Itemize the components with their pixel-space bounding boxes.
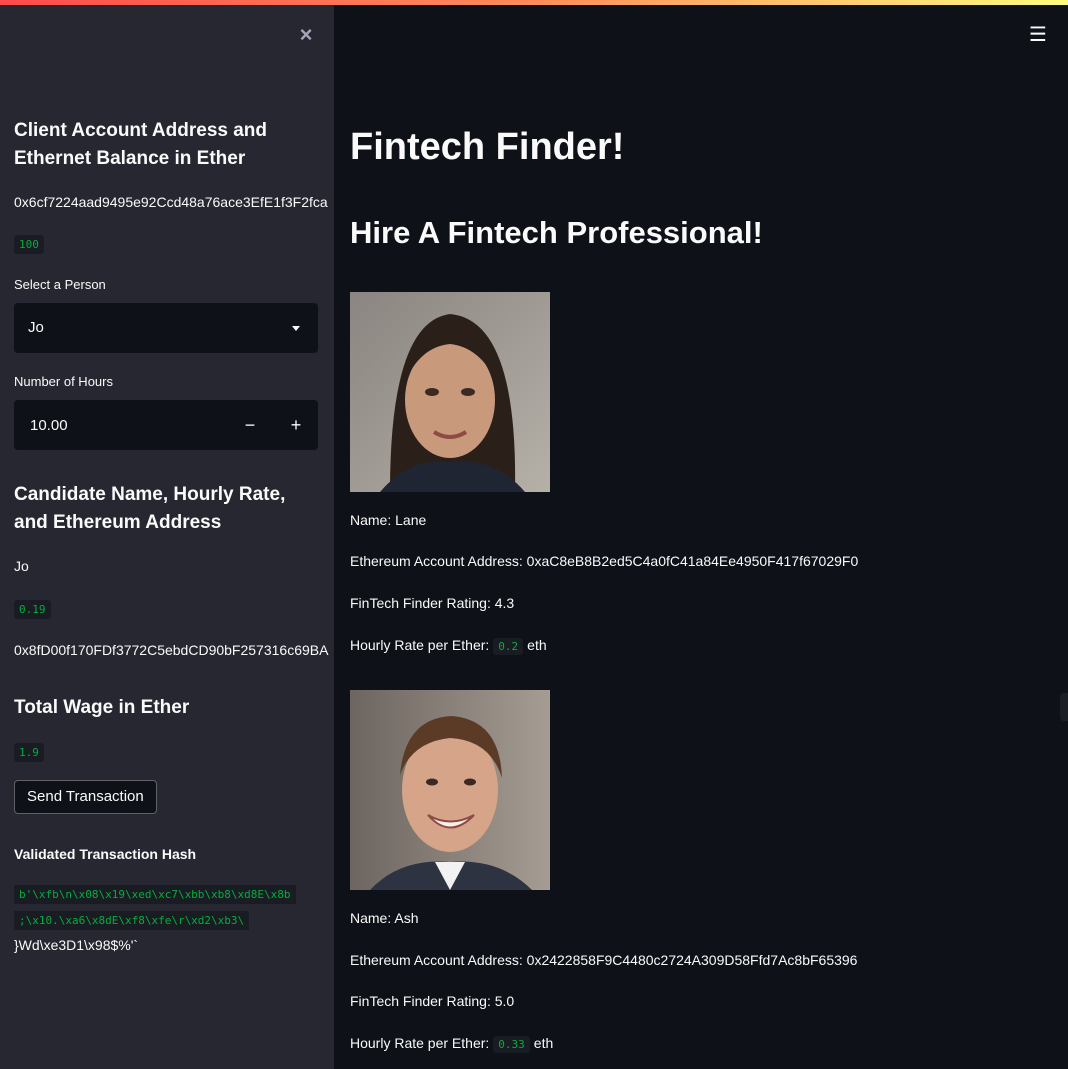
candidate-1-rating: FinTech Finder Rating: 4.3 — [350, 595, 515, 611]
client-account-heading: Client Account Address and Ethernet Bala… — [14, 120, 268, 169]
increment-button[interactable]: + — [274, 400, 318, 450]
page-subtitle: Hire A Fintech Professional! — [350, 215, 763, 250]
decrement-button[interactable]: − — [228, 400, 272, 450]
hours-label: Number of Hours — [14, 374, 113, 389]
sidebar: × Client Account Address and Ethernet Ba… — [0, 5, 334, 1069]
candidate-1-address: Ethereum Account Address: 0xaC8eB8B2ed5C… — [350, 553, 859, 569]
hash-line-2: ;\x10.\xa6\x8dE\xf8\xfe\r\xd2\xb3\ — [14, 911, 250, 930]
page-title: Fintech Finder! — [350, 126, 625, 168]
hash-line-3: }Wd\xe3D1\x98$%'` — [14, 937, 139, 953]
candidate-photo-lane — [350, 292, 550, 492]
top-decoration-bar — [0, 0, 1068, 5]
close-icon[interactable]: × — [294, 23, 318, 47]
rate-value: 0.2 — [493, 638, 524, 655]
scrollbar-handle[interactable] — [1060, 693, 1068, 721]
client-balance: 100 — [14, 235, 44, 254]
hours-input[interactable] — [14, 400, 224, 450]
candidate-address: 0x8fD00f170FDf3772C5ebdCD90bF257316c69BA — [14, 642, 329, 658]
wage-value: 1.9 — [14, 743, 44, 762]
client-address: 0x6cf7224aad9495e92Ccd48a76ace3EfE1f3F2f… — [14, 194, 328, 210]
rate-value: 0.33 — [493, 1036, 530, 1053]
main-content: ☰ Fintech Finder! Hire A Fintech Profess… — [334, 5, 1068, 1069]
candidate-2-name: Name: Ash — [350, 910, 419, 926]
candidate-1-rate: Hourly Rate per Ether: 0.2 eth — [350, 637, 547, 655]
select-person-label: Select a Person — [14, 277, 106, 292]
hamburger-menu-icon[interactable]: ☰ — [1026, 23, 1050, 47]
select-person-value: Jo — [28, 319, 44, 336]
candidate-name: Jo — [14, 558, 29, 574]
rate-prefix: Hourly Rate per Ether: — [350, 1035, 490, 1051]
rate-unit: eth — [533, 1035, 554, 1051]
candidate-2-rate: Hourly Rate per Ether: 0.33 eth — [350, 1035, 554, 1053]
send-transaction-button[interactable]: Send Transaction — [14, 780, 157, 814]
hash-heading: Validated Transaction Hash — [14, 846, 197, 862]
wage-heading: Total Wage in Ether — [14, 697, 190, 718]
candidate-2-address: Ethereum Account Address: 0x2422858F9C44… — [350, 952, 858, 968]
candidate-2-rating: FinTech Finder Rating: 5.0 — [350, 993, 515, 1009]
candidate-rate: 0.19 — [14, 600, 51, 619]
candidate-heading: Candidate Name, Hourly Rate, and Ethereu… — [14, 484, 286, 533]
hash-line-1: b'\xfb\n\x08\x19\xed\xc7\xbb\xb8\xd8E\x8… — [14, 885, 296, 904]
select-person-dropdown[interactable]: Jo — [14, 303, 318, 353]
hours-stepper: − + — [14, 400, 318, 450]
chevron-down-icon — [292, 326, 300, 331]
rate-prefix: Hourly Rate per Ether: — [350, 637, 490, 653]
candidate-photo-ash — [350, 690, 550, 890]
candidate-1-name: Name: Lane — [350, 512, 427, 528]
rate-unit: eth — [527, 637, 547, 653]
